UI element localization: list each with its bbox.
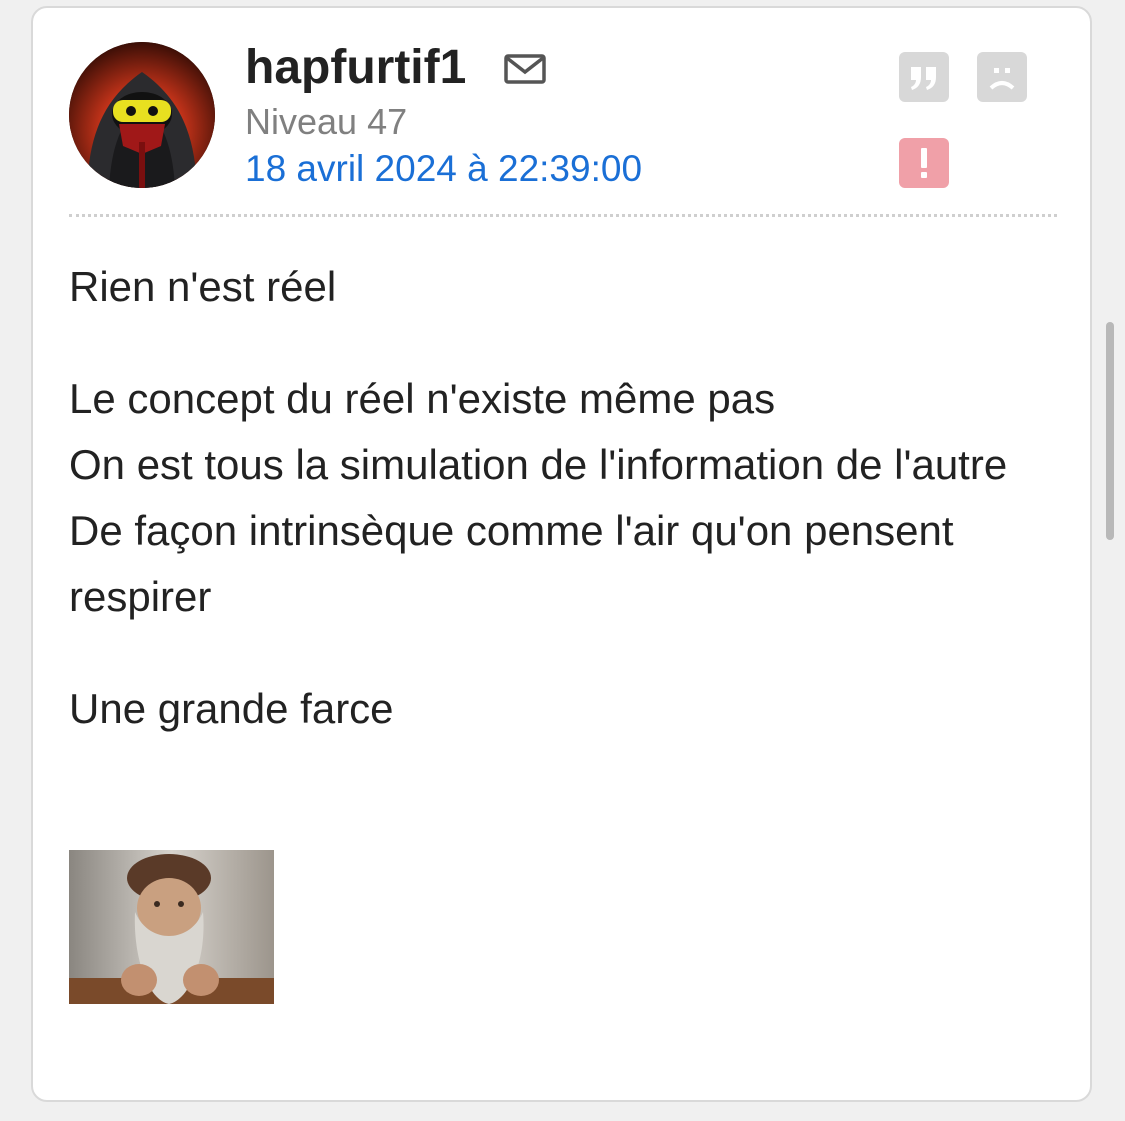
username[interactable]: hapfurtif1: [245, 40, 466, 96]
post-date-link[interactable]: 18 avril 2024 à 22:39:00: [245, 147, 642, 191]
post-line: On est tous la simulation de l'informati…: [69, 441, 1008, 488]
alert-icon: [921, 148, 927, 178]
bearded-man-sticker: [69, 850, 274, 1004]
quote-icon: [911, 67, 936, 90]
avatar[interactable]: [69, 42, 215, 188]
mail-icon[interactable]: [503, 52, 547, 86]
post-line: De façon intrinsèque comme l'air qu'on p…: [69, 507, 954, 620]
scrollbar[interactable]: [1106, 322, 1114, 540]
user-level: Niveau 47: [245, 101, 408, 142]
report-button[interactable]: [899, 138, 949, 188]
sticker-image[interactable]: [69, 850, 274, 1004]
forum-post-card: hapfurtif1 Niveau 47 18 avril 2024 à 22:…: [31, 6, 1092, 1102]
avatar-image: [69, 42, 215, 188]
page: hapfurtif1 Niveau 47 18 avril 2024 à 22:…: [0, 0, 1125, 1121]
sad-face-icon: [989, 68, 1015, 90]
post-line: Une grande farce: [69, 685, 394, 732]
post-line: Le concept du réel n'existe même pas: [69, 375, 776, 422]
post-line: Rien n'est réel: [69, 263, 337, 310]
post-body: Rien n'est réel Le concept du réel n'exi…: [69, 254, 1059, 742]
sad-button[interactable]: [977, 52, 1027, 102]
quote-button[interactable]: [899, 52, 949, 102]
header-divider: [69, 214, 1057, 217]
